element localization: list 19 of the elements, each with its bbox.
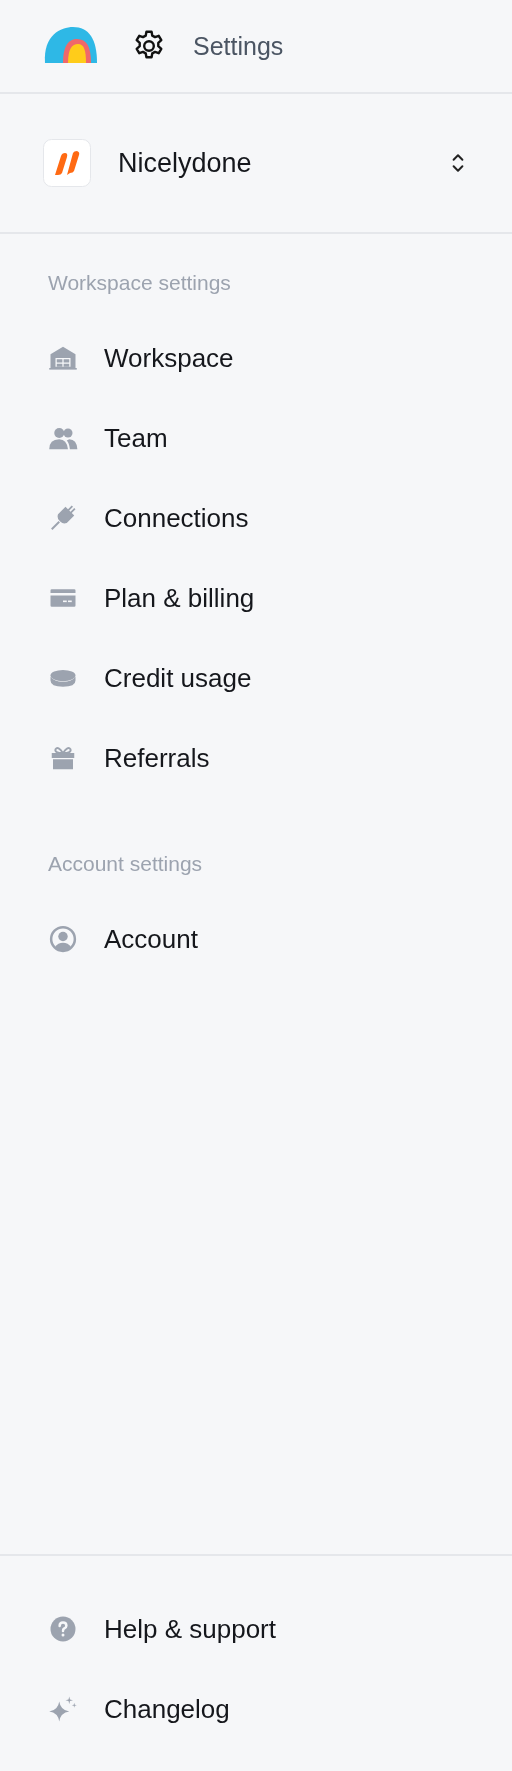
menu-item[interactable]: Team	[0, 398, 512, 478]
plug-icon	[48, 503, 78, 533]
menu-item[interactable]: Credit usage	[0, 638, 512, 718]
menu-item[interactable]: Workspace	[0, 318, 512, 398]
section-label: Account settings	[47, 852, 204, 876]
chevron-up-down-icon	[451, 152, 465, 174]
workspace-switcher[interactable]: Nicelydone	[0, 94, 512, 234]
sparkle-icon	[48, 1694, 78, 1724]
user-icon	[48, 924, 78, 954]
page-title: Settings	[193, 31, 284, 61]
menu-item[interactable]: Plan & billing	[0, 558, 512, 638]
menu-item[interactable]: Help & support	[0, 1589, 512, 1669]
section-label: Workspace settings	[47, 271, 232, 295]
help-icon	[48, 1614, 78, 1644]
menu-item[interactable]: Changelog	[0, 1669, 512, 1749]
workspace-logo-icon	[43, 139, 91, 187]
menu-item[interactable]: Connections	[0, 478, 512, 558]
menu-item[interactable]: Account	[0, 899, 512, 979]
menu-item[interactable]: Referrals	[0, 718, 512, 798]
